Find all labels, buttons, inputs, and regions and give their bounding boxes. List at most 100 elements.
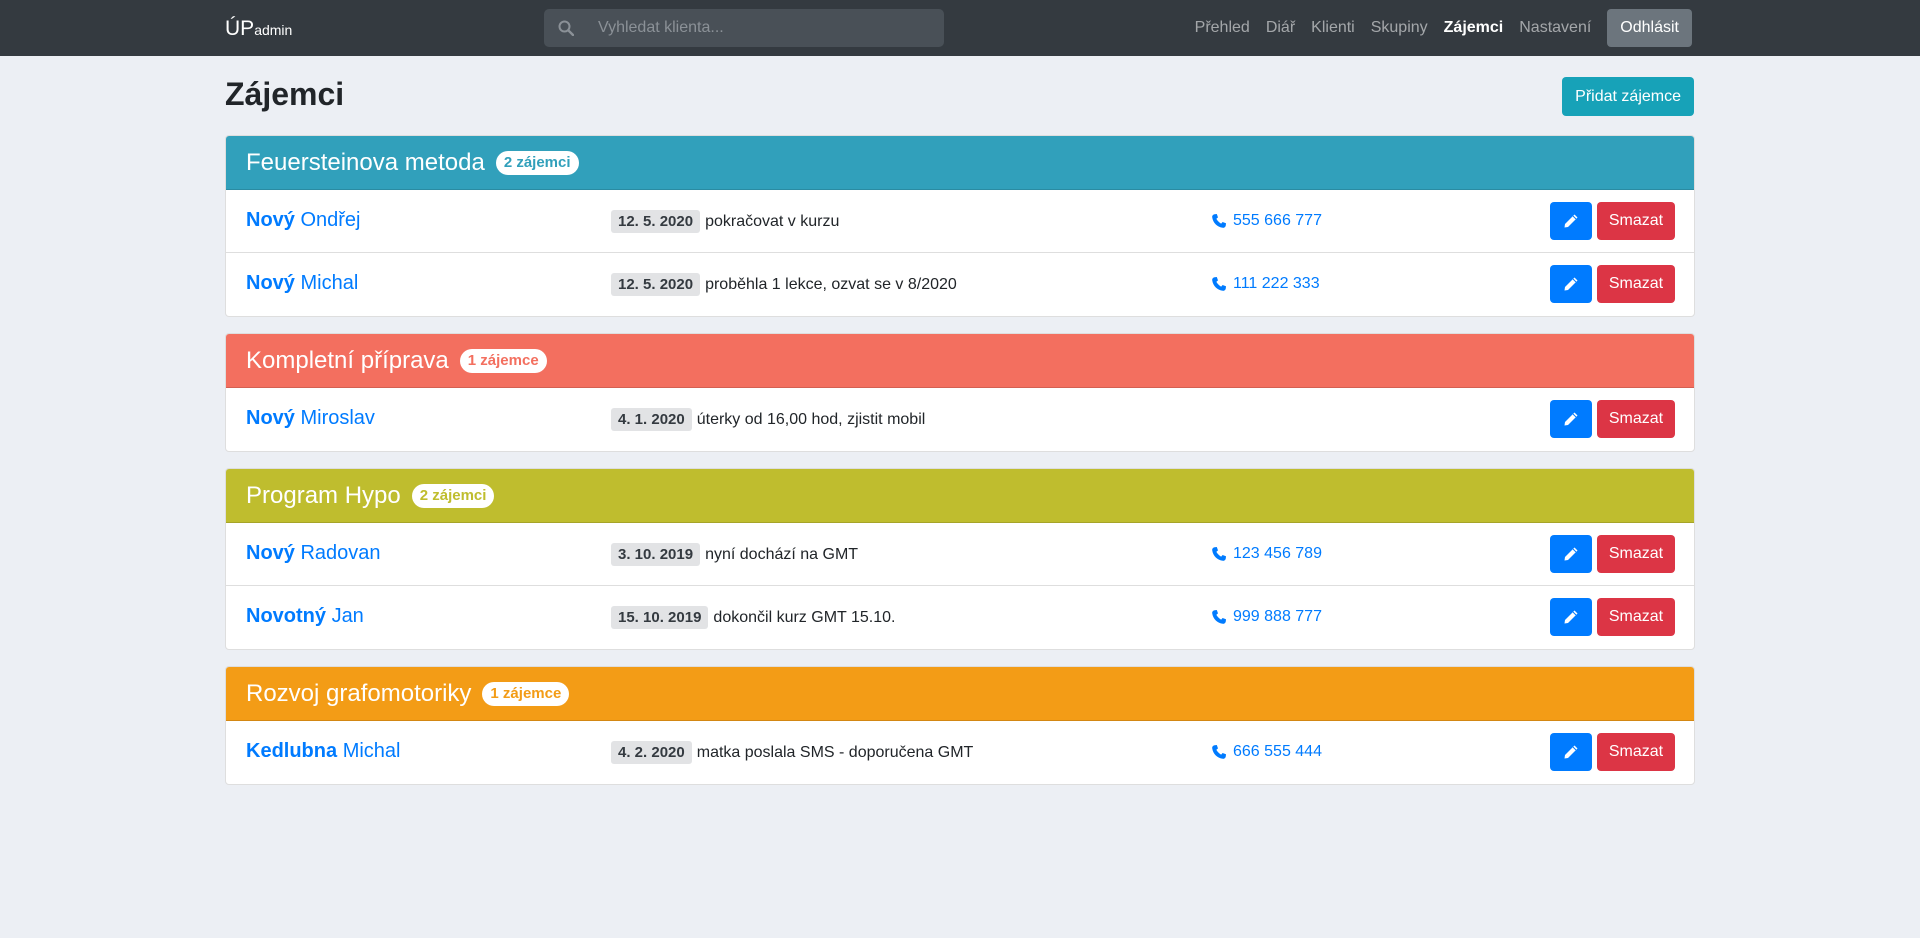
delete-button[interactable]: Smazat bbox=[1597, 598, 1675, 636]
list-item: Nový Miroslav 4. 1. 2020 úterky od 16,00 h… bbox=[226, 388, 1694, 451]
edit-button[interactable] bbox=[1550, 598, 1592, 636]
phone-icon bbox=[1212, 547, 1226, 561]
group-header: Rozvoj grafomotoriky 1 zájemce bbox=[226, 667, 1694, 721]
client-name-link[interactable]: Nový Ondřej bbox=[246, 209, 361, 232]
group-count-badge: 1 zájemce bbox=[459, 348, 547, 373]
nav-link-5[interactable]: Nastavení bbox=[1519, 19, 1591, 37]
search-input[interactable] bbox=[598, 9, 938, 47]
date-badge: 15. 10. 2019 bbox=[611, 606, 709, 629]
group-header: Kompletní příprava 1 zájemce bbox=[226, 334, 1694, 388]
delete-button[interactable]: Smazat bbox=[1597, 535, 1675, 573]
group-title: Feuersteinova metoda bbox=[246, 148, 485, 176]
phone-link[interactable]: 123 456 789 bbox=[1211, 545, 1322, 563]
brand-logo[interactable]: ÚPadmin bbox=[225, 17, 292, 42]
group-card: Feuersteinova metoda 2 zájemci Nový Ondřej… bbox=[225, 135, 1695, 317]
edit-button[interactable] bbox=[1550, 265, 1592, 303]
brand-sub: admin bbox=[254, 22, 293, 38]
brand-main: ÚP bbox=[225, 17, 255, 40]
note-block: 15. 10. 2019 dokončil kurz GMT 15.10. bbox=[611, 606, 895, 629]
date-badge: 4. 2. 2020 bbox=[611, 741, 692, 764]
client-firstname: Jan bbox=[331, 605, 364, 627]
group-title: Rozvoj grafomotoriky bbox=[246, 679, 472, 707]
phone-link[interactable]: 999 888 777 bbox=[1211, 608, 1322, 626]
note-block: 4. 2. 2020 matka poslala SMS - doporučena… bbox=[611, 741, 973, 764]
top-navbar: ÚPadmin Přehled Diář Klienti Skupiny Zájemci… bbox=[0, 0, 1920, 56]
client-firstname: Michal bbox=[300, 272, 359, 294]
phone-number: 111 222 333 bbox=[1233, 275, 1320, 292]
logout-button[interactable]: Odhlásit bbox=[1607, 9, 1692, 47]
note-block: 3. 10. 2019 nyní dochází na GMT bbox=[611, 543, 858, 566]
group-card: Program Hypo 2 zájemci Nový Radovan 3. 10. … bbox=[225, 468, 1695, 650]
note-text: proběhla 1 lekce, ozvat se v 8/2020 bbox=[705, 275, 957, 293]
client-surname: Nový bbox=[246, 209, 295, 231]
edit-button[interactable] bbox=[1550, 202, 1592, 240]
pencil-icon bbox=[1564, 745, 1578, 759]
client-name-link[interactable]: Nový Radovan bbox=[246, 542, 381, 565]
client-name-link[interactable]: Kedlubna Michal bbox=[246, 740, 400, 763]
client-firstname: Michal bbox=[342, 740, 401, 762]
date-badge: 12. 5. 2020 bbox=[611, 273, 701, 296]
client-surname: Nový bbox=[246, 272, 295, 294]
list-item: Nový Ondřej 12. 5. 2020 pokračovat v kurzu… bbox=[226, 190, 1694, 253]
client-surname: Nový bbox=[246, 407, 295, 429]
group-card: Kompletní příprava 1 zájemce Nový Miroslav… bbox=[225, 333, 1695, 452]
group-card: Rozvoj grafomotoriky 1 zájemce Kedlubna Mi… bbox=[225, 666, 1695, 785]
phone-link[interactable]: 111 222 333 bbox=[1211, 275, 1320, 293]
nav-link-3[interactable]: Skupiny bbox=[1371, 19, 1428, 37]
delete-button[interactable]: Smazat bbox=[1597, 202, 1675, 240]
client-name-link[interactable]: Novotný Jan bbox=[246, 605, 364, 628]
date-badge: 3. 10. 2019 bbox=[611, 543, 701, 566]
nav-link-0[interactable]: Přehled bbox=[1195, 19, 1250, 37]
add-interested-button[interactable]: Přidat zájemce bbox=[1562, 77, 1694, 116]
delete-button[interactable]: Smazat bbox=[1597, 400, 1675, 438]
note-text: nyní dochází na GMT bbox=[705, 545, 859, 563]
list-item: Kedlubna Michal 4. 2. 2020 matka poslala S… bbox=[226, 721, 1694, 784]
phone-link[interactable]: 555 666 777 bbox=[1211, 212, 1322, 230]
group-count-badge: 2 zájemci bbox=[411, 483, 495, 508]
date-badge: 4. 1. 2020 bbox=[611, 408, 692, 431]
nav-link-2[interactable]: Klienti bbox=[1311, 19, 1355, 37]
edit-button[interactable] bbox=[1550, 535, 1592, 573]
edit-button[interactable] bbox=[1550, 400, 1592, 438]
phone-icon bbox=[1212, 610, 1226, 624]
client-firstname: Radovan bbox=[300, 542, 381, 564]
list-item: Nový Michal 12. 5. 2020 proběhla 1 lekce, … bbox=[226, 253, 1694, 316]
delete-button[interactable]: Smazat bbox=[1597, 733, 1675, 771]
note-text: dokončil kurz GMT 15.10. bbox=[713, 608, 896, 626]
phone-icon bbox=[1212, 214, 1226, 228]
nav-link-4[interactable]: Zájemci bbox=[1444, 19, 1504, 37]
group-title: Program Hypo bbox=[246, 481, 401, 509]
date-badge: 12. 5. 2020 bbox=[611, 210, 701, 233]
phone-link[interactable]: 666 555 444 bbox=[1211, 743, 1322, 761]
pencil-icon bbox=[1564, 412, 1578, 426]
client-name-link[interactable]: Nový Miroslav bbox=[246, 407, 375, 430]
group-count-badge: 2 zájemci bbox=[495, 150, 579, 175]
phone-icon bbox=[1212, 277, 1226, 291]
pencil-icon bbox=[1564, 277, 1578, 291]
note-block: 12. 5. 2020 pokračovat v kurzu bbox=[611, 210, 839, 233]
nav-link-1[interactable]: Diář bbox=[1266, 19, 1295, 37]
phone-number: 999 888 777 bbox=[1233, 608, 1322, 625]
note-text: matka poslala SMS - doporučena GMT bbox=[696, 743, 974, 761]
client-surname: Kedlubna bbox=[246, 740, 338, 762]
client-name-link[interactable]: Nový Michal bbox=[246, 272, 358, 295]
delete-button[interactable]: Smazat bbox=[1597, 265, 1675, 303]
client-surname: Nový bbox=[246, 542, 295, 564]
phone-number: 555 666 777 bbox=[1233, 212, 1322, 229]
nav-links: Přehled Diář Klienti Skupiny Zájemci Nastaven… bbox=[1179, 0, 1692, 56]
edit-button[interactable] bbox=[1550, 733, 1592, 771]
group-title: Kompletní příprava bbox=[246, 346, 449, 374]
note-text: úterky od 16,00 hod, zjistit mobil bbox=[696, 410, 926, 428]
client-firstname: Miroslav bbox=[300, 407, 375, 429]
groups-list: Feuersteinova metoda 2 zájemci Nový Ondřej… bbox=[225, 135, 1695, 801]
client-firstname: Ondřej bbox=[300, 209, 361, 231]
list-item: Novotný Jan 15. 10. 2019 dokončil kurz GMT… bbox=[226, 586, 1694, 649]
pencil-icon bbox=[1564, 214, 1578, 228]
phone-icon bbox=[1212, 745, 1226, 759]
pencil-icon bbox=[1564, 610, 1578, 624]
page-title: Zájemci bbox=[225, 76, 345, 112]
phone-number: 666 555 444 bbox=[1233, 743, 1322, 760]
search-icon bbox=[558, 20, 574, 36]
group-count-badge: 1 zájemce bbox=[482, 681, 570, 706]
group-header: Feuersteinova metoda 2 zájemci bbox=[226, 136, 1694, 190]
